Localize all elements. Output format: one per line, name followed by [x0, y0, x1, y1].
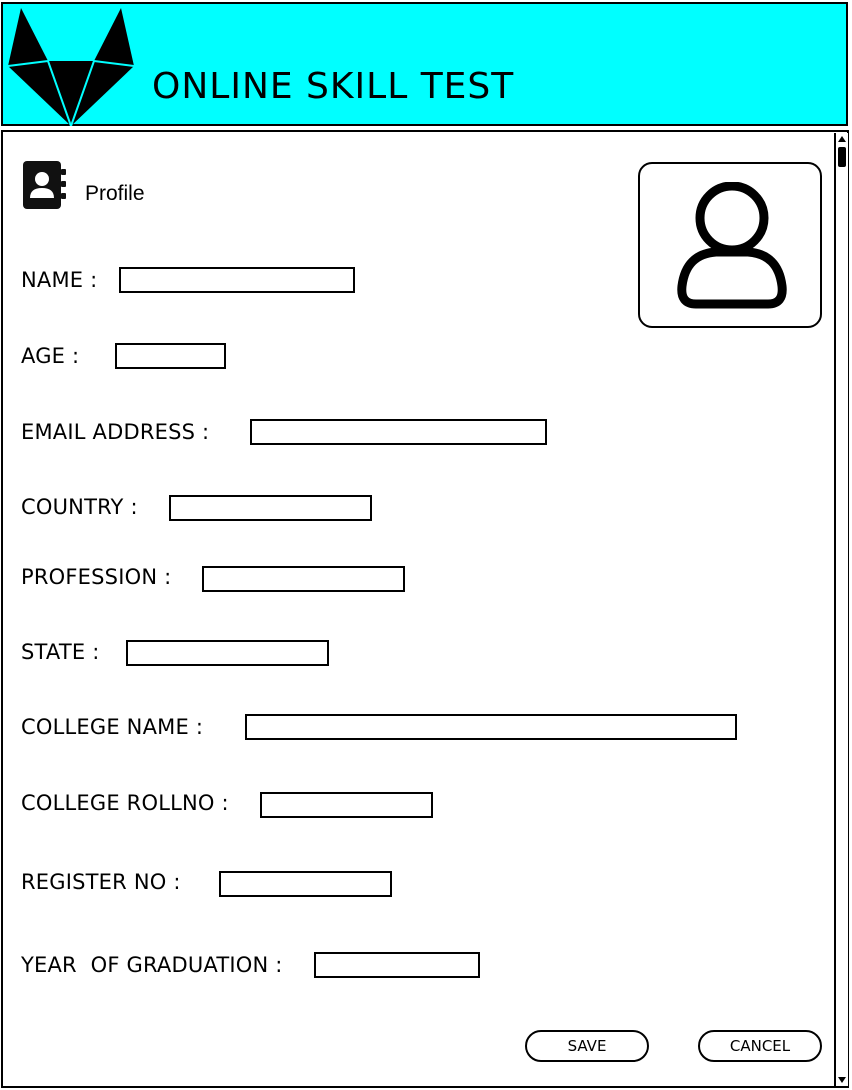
name-field[interactable]: [119, 267, 355, 293]
contact-book-icon: [23, 161, 66, 209]
college-name-field[interactable]: [245, 714, 737, 740]
user-avatar-icon: [677, 182, 787, 309]
year-of-graduation-label: YEAR OF GRADUATION :: [21, 953, 283, 977]
cancel-button[interactable]: CANCEL: [698, 1030, 822, 1062]
year-of-graduation-field[interactable]: [314, 952, 480, 978]
name-label: NAME :: [21, 268, 98, 292]
scroll-thumb[interactable]: [838, 147, 846, 167]
save-button[interactable]: SAVE: [525, 1030, 649, 1062]
state-label: STATE :: [21, 640, 100, 664]
college-rollno-field[interactable]: [260, 792, 433, 818]
register-no-label: REGISTER NO :: [21, 870, 181, 894]
college-rollno-label: COLLEGE ROLLNO :: [21, 791, 229, 815]
avatar[interactable]: [638, 162, 822, 328]
college-name-label: COLLEGE NAME :: [21, 715, 204, 739]
country-label: COUNTRY :: [21, 495, 138, 519]
profession-label: PROFESSION :: [21, 565, 172, 589]
age-label: AGE :: [21, 344, 80, 368]
email-address-label: EMAIL ADDRESS :: [21, 420, 210, 444]
fox-logo-icon: [7, 8, 135, 126]
register-no-field[interactable]: [219, 871, 392, 897]
vertical-scrollbar[interactable]: [834, 133, 848, 1086]
country-field[interactable]: [169, 495, 372, 521]
email-address-field[interactable]: [250, 419, 547, 445]
scroll-down-arrow-icon[interactable]: [838, 1077, 846, 1083]
app-title: ONLINE SKILL TEST: [152, 66, 515, 107]
state-field[interactable]: [126, 640, 329, 666]
profession-field[interactable]: [202, 566, 405, 592]
profile-label: Profile: [85, 182, 145, 205]
scroll-up-arrow-icon[interactable]: [838, 136, 846, 142]
age-field[interactable]: [115, 343, 226, 369]
